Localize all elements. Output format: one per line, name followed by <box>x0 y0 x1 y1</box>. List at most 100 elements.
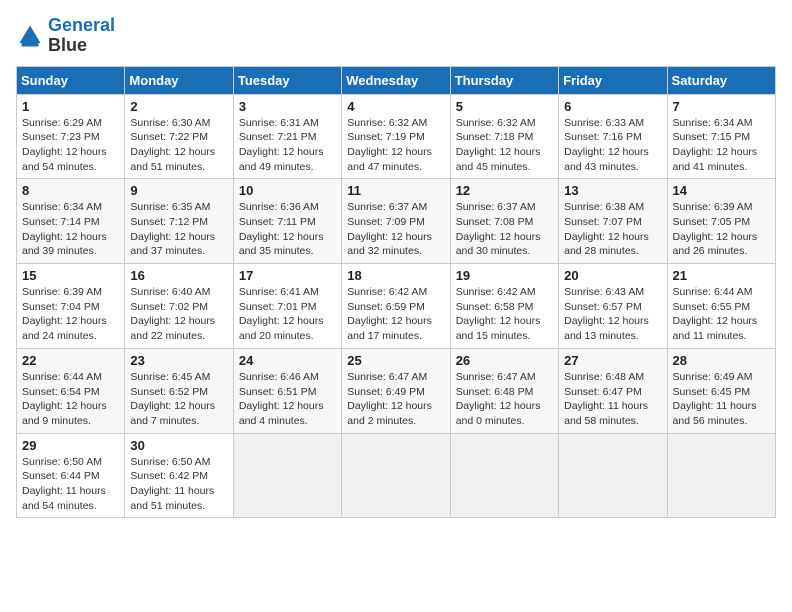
calendar-cell: 15 Sunrise: 6:39 AMSunset: 7:04 PMDayligh… <box>17 264 125 349</box>
calendar-cell: 28 Sunrise: 6:49 AMSunset: 6:45 PMDayligh… <box>667 348 775 433</box>
day-number: 10 <box>239 183 336 198</box>
day-number: 29 <box>22 438 119 453</box>
day-info: Sunrise: 6:48 AMSunset: 6:47 PMDaylight:… <box>564 370 661 429</box>
calendar-cell <box>667 433 775 518</box>
day-info: Sunrise: 6:39 AMSunset: 7:05 PMDaylight:… <box>673 200 770 259</box>
calendar-week-row: 29 Sunrise: 6:50 AMSunset: 6:44 PMDayligh… <box>17 433 776 518</box>
calendar-cell: 19 Sunrise: 6:42 AMSunset: 6:58 PMDayligh… <box>450 264 558 349</box>
day-info: Sunrise: 6:37 AMSunset: 7:09 PMDaylight:… <box>347 200 444 259</box>
calendar-cell: 21Sunrise: 6:44 AMSunset: 6:55 PMDayligh… <box>667 264 775 349</box>
day-number: 7 <box>673 99 770 114</box>
calendar-cell <box>450 433 558 518</box>
calendar-cell: 3 Sunrise: 6:31 AMSunset: 7:21 PMDaylight… <box>233 94 341 179</box>
day-number: 2 <box>130 99 227 114</box>
calendar-header: SundayMondayTuesdayWednesdayThursdayFrid… <box>17 66 776 94</box>
calendar-cell: 7 Sunrise: 6:34 AMSunset: 7:15 PMDaylight… <box>667 94 775 179</box>
logo-text: General Blue <box>48 16 115 56</box>
day-info: Sunrise: 6:50 AMSunset: 6:44 PMDaylight:… <box>22 455 119 514</box>
day-number: 22 <box>22 353 119 368</box>
calendar-table: SundayMondayTuesdayWednesdayThursdayFrid… <box>16 66 776 519</box>
day-info: Sunrise: 6:49 AMSunset: 6:45 PMDaylight:… <box>673 370 770 429</box>
day-number: 4 <box>347 99 444 114</box>
day-number: 3 <box>239 99 336 114</box>
day-number: 18 <box>347 268 444 283</box>
day-number: 12 <box>456 183 553 198</box>
calendar-cell: 29 Sunrise: 6:50 AMSunset: 6:44 PMDayligh… <box>17 433 125 518</box>
day-number: 20 <box>564 268 661 283</box>
calendar-cell: 23 Sunrise: 6:45 AMSunset: 6:52 PMDayligh… <box>125 348 233 433</box>
day-info: Sunrise: 6:40 AMSunset: 7:02 PMDaylight:… <box>130 285 227 344</box>
calendar-week-row: 8Sunrise: 6:34 AMSunset: 7:14 PMDaylight… <box>17 179 776 264</box>
day-info: Sunrise: 6:46 AMSunset: 6:51 PMDaylight:… <box>239 370 336 429</box>
day-info: Sunrise: 6:47 AMSunset: 6:48 PMDaylight:… <box>456 370 553 429</box>
calendar-cell: 4 Sunrise: 6:32 AMSunset: 7:19 PMDaylight… <box>342 94 450 179</box>
day-info: Sunrise: 6:45 AMSunset: 6:52 PMDaylight:… <box>130 370 227 429</box>
weekday-header: Thursday <box>450 66 558 94</box>
day-number: 24 <box>239 353 336 368</box>
day-number: 15 <box>22 268 119 283</box>
calendar-cell <box>559 433 667 518</box>
calendar-cell <box>342 433 450 518</box>
calendar-cell: 20 Sunrise: 6:43 AMSunset: 6:57 PMDayligh… <box>559 264 667 349</box>
day-number: 17 <box>239 268 336 283</box>
weekday-header: Friday <box>559 66 667 94</box>
day-number: 6 <box>564 99 661 114</box>
logo: General Blue <box>16 16 115 56</box>
page-header: General Blue <box>16 16 776 56</box>
day-info: Sunrise: 6:30 AMSunset: 7:22 PMDaylight:… <box>130 116 227 175</box>
calendar-cell: 9Sunrise: 6:35 AMSunset: 7:12 PMDaylight… <box>125 179 233 264</box>
day-info: Sunrise: 6:29 AMSunset: 7:23 PMDaylight:… <box>22 116 119 175</box>
day-number: 11 <box>347 183 444 198</box>
weekday-header: Tuesday <box>233 66 341 94</box>
day-number: 19 <box>456 268 553 283</box>
calendar-week-row: 1 Sunrise: 6:29 AMSunset: 7:23 PMDaylight… <box>17 94 776 179</box>
day-info: Sunrise: 6:47 AMSunset: 6:49 PMDaylight:… <box>347 370 444 429</box>
calendar-cell: 2 Sunrise: 6:30 AMSunset: 7:22 PMDaylight… <box>125 94 233 179</box>
day-number: 30 <box>130 438 227 453</box>
calendar-cell: 30Sunrise: 6:50 AMSunset: 6:42 PMDayligh… <box>125 433 233 518</box>
calendar-cell: 27Sunrise: 6:48 AMSunset: 6:47 PMDayligh… <box>559 348 667 433</box>
day-info: Sunrise: 6:32 AMSunset: 7:18 PMDaylight:… <box>456 116 553 175</box>
calendar-cell: 25 Sunrise: 6:47 AMSunset: 6:49 PMDayligh… <box>342 348 450 433</box>
day-info: Sunrise: 6:34 AMSunset: 7:15 PMDaylight:… <box>673 116 770 175</box>
calendar-cell <box>233 433 341 518</box>
day-number: 14 <box>673 183 770 198</box>
day-info: Sunrise: 6:41 AMSunset: 7:01 PMDaylight:… <box>239 285 336 344</box>
calendar-cell: 14 Sunrise: 6:39 AMSunset: 7:05 PMDayligh… <box>667 179 775 264</box>
day-number: 26 <box>456 353 553 368</box>
calendar-cell: 13Sunrise: 6:38 AMSunset: 7:07 PMDayligh… <box>559 179 667 264</box>
day-number: 16 <box>130 268 227 283</box>
day-number: 25 <box>347 353 444 368</box>
day-info: Sunrise: 6:44 AMSunset: 6:54 PMDaylight:… <box>22 370 119 429</box>
logo-icon <box>16 22 44 50</box>
calendar-cell: 10 Sunrise: 6:36 AMSunset: 7:11 PMDayligh… <box>233 179 341 264</box>
weekday-header: Wednesday <box>342 66 450 94</box>
calendar-cell: 1 Sunrise: 6:29 AMSunset: 7:23 PMDaylight… <box>17 94 125 179</box>
day-info: Sunrise: 6:42 AMSunset: 6:58 PMDaylight:… <box>456 285 553 344</box>
calendar-cell: 26 Sunrise: 6:47 AMSunset: 6:48 PMDayligh… <box>450 348 558 433</box>
weekday-header: Sunday <box>17 66 125 94</box>
day-info: Sunrise: 6:36 AMSunset: 7:11 PMDaylight:… <box>239 200 336 259</box>
day-info: Sunrise: 6:34 AMSunset: 7:14 PMDaylight:… <box>22 200 119 259</box>
calendar-cell: 18Sunrise: 6:42 AMSunset: 6:59 PMDayligh… <box>342 264 450 349</box>
weekday-header: Monday <box>125 66 233 94</box>
day-number: 23 <box>130 353 227 368</box>
day-number: 21 <box>673 268 770 283</box>
calendar-cell: 24 Sunrise: 6:46 AMSunset: 6:51 PMDayligh… <box>233 348 341 433</box>
day-info: Sunrise: 6:31 AMSunset: 7:21 PMDaylight:… <box>239 116 336 175</box>
day-info: Sunrise: 6:35 AMSunset: 7:12 PMDaylight:… <box>130 200 227 259</box>
calendar-body: 1 Sunrise: 6:29 AMSunset: 7:23 PMDaylight… <box>17 94 776 518</box>
calendar-week-row: 22 Sunrise: 6:44 AMSunset: 6:54 PMDayligh… <box>17 348 776 433</box>
day-info: Sunrise: 6:32 AMSunset: 7:19 PMDaylight:… <box>347 116 444 175</box>
day-number: 5 <box>456 99 553 114</box>
calendar-cell: 6Sunrise: 6:33 AMSunset: 7:16 PMDaylight… <box>559 94 667 179</box>
day-info: Sunrise: 6:37 AMSunset: 7:08 PMDaylight:… <box>456 200 553 259</box>
day-info: Sunrise: 6:39 AMSunset: 7:04 PMDaylight:… <box>22 285 119 344</box>
day-info: Sunrise: 6:43 AMSunset: 6:57 PMDaylight:… <box>564 285 661 344</box>
calendar-cell: 17 Sunrise: 6:41 AMSunset: 7:01 PMDayligh… <box>233 264 341 349</box>
day-number: 28 <box>673 353 770 368</box>
day-info: Sunrise: 6:38 AMSunset: 7:07 PMDaylight:… <box>564 200 661 259</box>
calendar-week-row: 15 Sunrise: 6:39 AMSunset: 7:04 PMDayligh… <box>17 264 776 349</box>
day-number: 1 <box>22 99 119 114</box>
calendar-cell: 16 Sunrise: 6:40 AMSunset: 7:02 PMDayligh… <box>125 264 233 349</box>
